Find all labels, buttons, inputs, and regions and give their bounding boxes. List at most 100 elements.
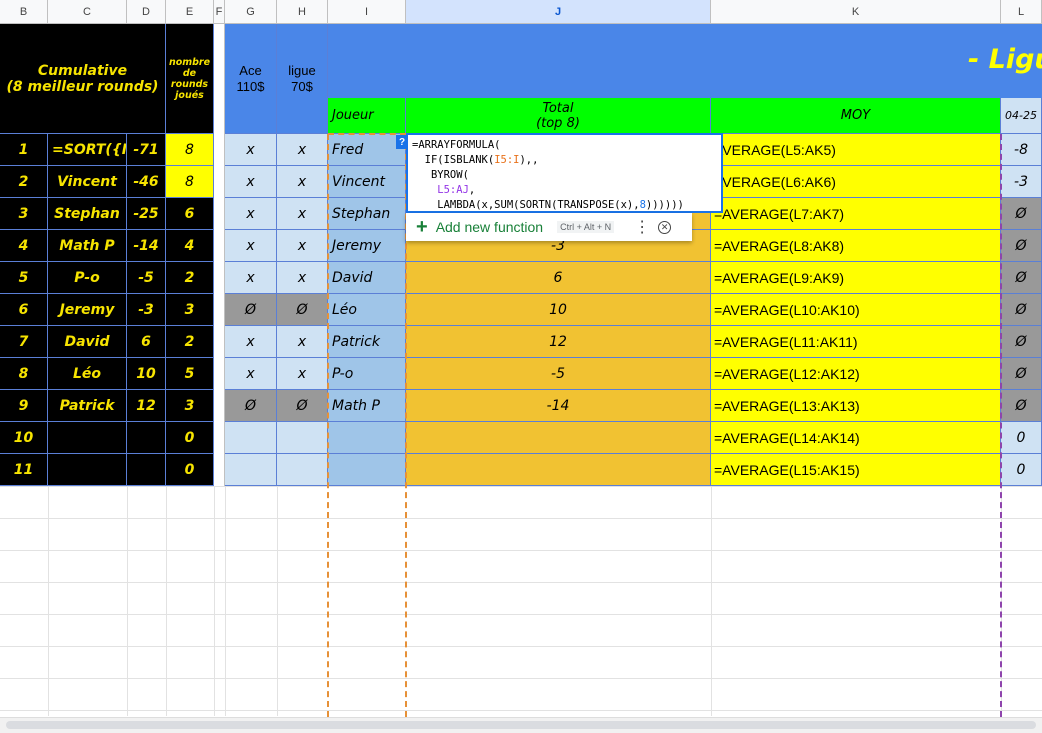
ace-cell[interactable] — [225, 422, 277, 454]
rounds-cell[interactable]: 6 — [166, 198, 214, 230]
l-cell[interactable]: Ø — [1001, 230, 1042, 262]
column-header-j[interactable]: J — [406, 0, 711, 24]
column-header-k[interactable]: K — [711, 0, 1001, 24]
plus-icon[interactable]: + — [416, 216, 428, 239]
score-cell[interactable]: 6 — [127, 326, 166, 358]
l-cell[interactable]: Ø — [1001, 262, 1042, 294]
moy-cell[interactable]: =AVERAGE(L9:AK9) — [711, 262, 1001, 294]
moy-cell[interactable]: =AVERAGE(L12:AK12) — [711, 358, 1001, 390]
column-header-l[interactable]: L — [1001, 0, 1042, 24]
rank-cell[interactable]: 10 — [0, 422, 48, 454]
player-name-cell[interactable]: Patrick — [48, 390, 127, 422]
rank-cell[interactable]: 4 — [0, 230, 48, 262]
player-name-cell[interactable] — [48, 422, 127, 454]
l-cell[interactable]: 0 — [1001, 422, 1042, 454]
joueur-cell[interactable] — [328, 454, 406, 486]
player-name-cell[interactable]: P-o — [48, 262, 127, 294]
column-header-c[interactable]: C — [48, 0, 127, 24]
score-cell[interactable] — [127, 422, 166, 454]
add-new-function-button[interactable]: Add new function — [436, 219, 543, 235]
rounds-cell[interactable]: 3 — [166, 294, 214, 326]
rounds-cell[interactable]: 2 — [166, 262, 214, 294]
player-name-cell[interactable]: Jeremy — [48, 294, 127, 326]
moy-cell[interactable]: =AVERAGE(L10:AK10) — [711, 294, 1001, 326]
ligue-cell[interactable]: x — [277, 134, 328, 166]
ace-cell[interactable]: x — [225, 262, 277, 294]
l-cell[interactable]: Ø — [1001, 390, 1042, 422]
moy-cell[interactable]: =AVERAGE(L11:AK11) — [711, 326, 1001, 358]
l-cell[interactable]: Ø — [1001, 326, 1042, 358]
rank-cell[interactable]: 9 — [0, 390, 48, 422]
rank-cell[interactable]: 1 — [0, 134, 48, 166]
moy-cell[interactable]: AVERAGE(L6:AK6) — [711, 166, 1001, 198]
player-name-cell[interactable]: David — [48, 326, 127, 358]
total-cell[interactable]: -14 — [406, 390, 711, 422]
moy-cell[interactable]: =AVERAGE(L8:AK8) — [711, 230, 1001, 262]
moy-cell[interactable]: AVERAGE(L5:AK5) — [711, 134, 1001, 166]
formula-help-icon[interactable]: ? — [396, 135, 408, 149]
moy-cell[interactable]: =AVERAGE(L7:AK7) — [711, 198, 1001, 230]
total-cell[interactable]: -5 — [406, 358, 711, 390]
score-cell[interactable]: 12 — [127, 390, 166, 422]
player-name-cell[interactable]: Léo — [48, 358, 127, 390]
total-cell[interactable]: 10 — [406, 294, 711, 326]
ligue-cell[interactable] — [277, 454, 328, 486]
joueur-cell[interactable]: David — [328, 262, 406, 294]
column-header-h[interactable]: H — [277, 0, 328, 24]
total-cell[interactable]: 12 — [406, 326, 711, 358]
ligue-cell[interactable]: Ø — [277, 390, 328, 422]
joueur-cell[interactable]: Jeremy — [328, 230, 406, 262]
rank-cell[interactable]: 7 — [0, 326, 48, 358]
rounds-cell[interactable]: 0 — [166, 422, 214, 454]
l-cell[interactable]: -3 — [1001, 166, 1042, 198]
ligue-cell[interactable]: x — [277, 326, 328, 358]
rounds-cell[interactable]: 3 — [166, 390, 214, 422]
player-name-cell[interactable]: =SORT({I5:I — [48, 134, 127, 166]
rounds-cell[interactable]: 0 — [166, 454, 214, 486]
joueur-cell[interactable]: Stephan — [328, 198, 406, 230]
score-cell[interactable]: -46 — [127, 166, 166, 198]
ligue-cell[interactable]: x — [277, 230, 328, 262]
l-cell[interactable]: Ø — [1001, 198, 1042, 230]
rank-cell[interactable]: 8 — [0, 358, 48, 390]
joueur-cell[interactable]: Patrick — [328, 326, 406, 358]
ace-cell[interactable]: Ø — [225, 390, 277, 422]
moy-cell[interactable]: =AVERAGE(L15:AK15) — [711, 454, 1001, 486]
total-cell[interactable] — [406, 454, 711, 486]
ace-cell[interactable]: x — [225, 134, 277, 166]
rounds-cell[interactable]: 8 — [166, 134, 214, 166]
close-icon[interactable]: ✕ — [658, 220, 672, 234]
column-header-f[interactable]: F — [214, 0, 225, 24]
player-name-cell[interactable] — [48, 454, 127, 486]
ligue-cell[interactable]: x — [277, 358, 328, 390]
ligue-cell[interactable]: x — [277, 198, 328, 230]
ace-cell[interactable]: Ø — [225, 294, 277, 326]
total-cell[interactable] — [406, 422, 711, 454]
rank-cell[interactable]: 3 — [0, 198, 48, 230]
total-cell[interactable]: 6 — [406, 262, 711, 294]
ligue-cell[interactable] — [277, 422, 328, 454]
score-cell[interactable]: -5 — [127, 262, 166, 294]
column-header-i[interactable]: I — [328, 0, 406, 24]
rounds-cell[interactable]: 8 — [166, 166, 214, 198]
ligue-cell[interactable]: x — [277, 166, 328, 198]
ligue-cell[interactable]: Ø — [277, 294, 328, 326]
scrollbar-thumb[interactable] — [6, 721, 1036, 729]
ace-cell[interactable] — [225, 454, 277, 486]
rounds-cell[interactable]: 2 — [166, 326, 214, 358]
score-cell[interactable]: -25 — [127, 198, 166, 230]
joueur-cell[interactable] — [328, 422, 406, 454]
l-cell[interactable]: Ø — [1001, 294, 1042, 326]
score-cell[interactable] — [127, 454, 166, 486]
l-cell[interactable]: Ø — [1001, 358, 1042, 390]
ace-cell[interactable]: x — [225, 230, 277, 262]
joueur-cell[interactable]: Math P — [328, 390, 406, 422]
column-header-g[interactable]: G — [225, 0, 277, 24]
score-cell[interactable]: -71 — [127, 134, 166, 166]
joueur-cell[interactable]: Fred — [328, 134, 406, 166]
rank-cell[interactable]: 2 — [0, 166, 48, 198]
joueur-cell[interactable]: P-o — [328, 358, 406, 390]
player-name-cell[interactable]: Math P — [48, 230, 127, 262]
l-cell[interactable]: 0 — [1001, 454, 1042, 486]
moy-cell[interactable]: =AVERAGE(L14:AK14) — [711, 422, 1001, 454]
